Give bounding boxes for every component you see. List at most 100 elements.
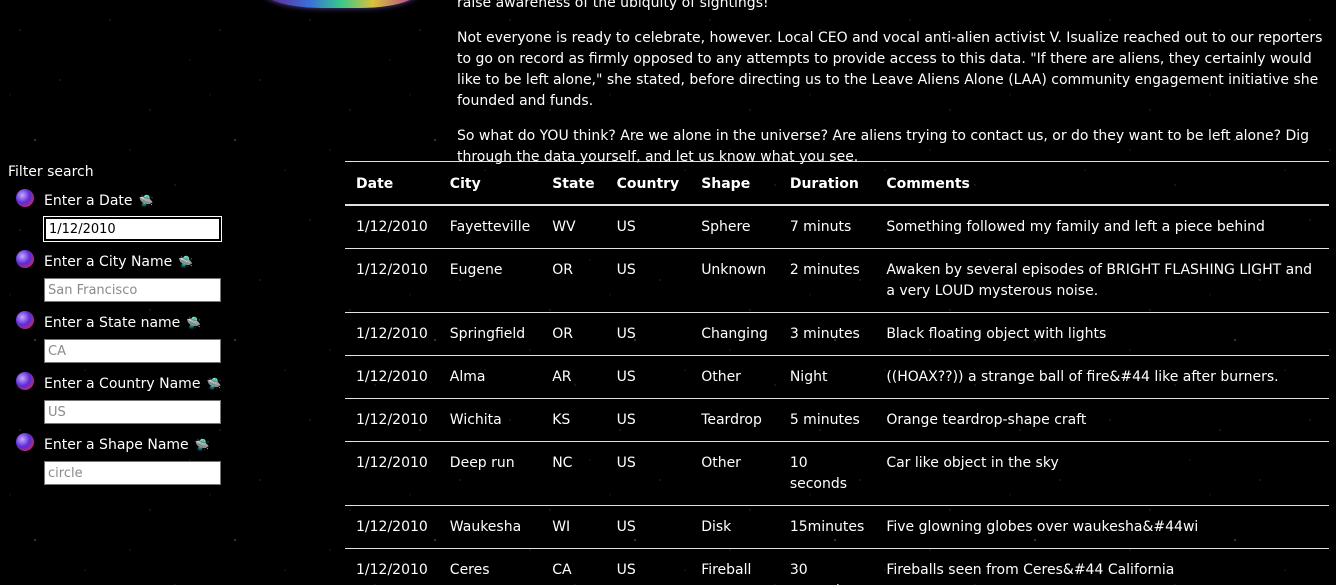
cell-country: US (605, 441, 691, 506)
table-row: 1/12/2010 Fayetteville WV US Sphere 7 minuts S… (345, 204, 1329, 249)
cell-shape: Teardrop (690, 398, 779, 442)
cell-date: 1/12/2010 (345, 548, 439, 585)
city-input[interactable] (44, 278, 221, 302)
cell-city: Springfield (438, 312, 542, 356)
cell-comments: Car like object in the sky (875, 441, 1329, 506)
cell-duration: Night (778, 355, 876, 399)
cell-shape: Changing (690, 312, 779, 356)
column-header-country: Country (605, 161, 691, 206)
cell-shape: Other (690, 441, 779, 506)
column-header-duration: Duration (778, 161, 876, 206)
cell-city: Deep run (438, 441, 542, 506)
cell-country: US (605, 548, 691, 585)
table-header-row: Date City State Country Shape Duration C… (345, 161, 1329, 206)
cell-date: 1/12/2010 (345, 204, 439, 249)
filter-item-date: Enter a Date 🛸 (8, 189, 328, 250)
filter-title: Filter search (8, 164, 94, 180)
filter-label-state: Enter a State name 🛸 (44, 315, 202, 331)
table-row: 1/12/2010CeresCAUSFireball30 secondsFire… (345, 548, 1329, 585)
cell-state: OR (541, 248, 606, 313)
planet-icon (16, 189, 34, 207)
filter-label-shape: Enter a Shape Name 🛸 (44, 437, 210, 453)
country-input[interactable] (44, 400, 221, 424)
cell-shape: Unknown (690, 248, 779, 313)
ufo-icon: 🛸 (206, 377, 222, 391)
intro-paragraph-1: raise awareness of the ubiquity of sight… (457, 0, 769, 11)
filter-label-country: Enter a Country Name 🛸 (44, 376, 222, 392)
cell-city: Wichita (438, 398, 542, 442)
ufo-icon: 🛸 (178, 255, 194, 269)
cell-state: WI (541, 505, 606, 549)
cell-city: Ceres (438, 548, 542, 585)
cell-comments: Black floating object with lights (875, 312, 1329, 356)
table-row: 1/12/2010 Springfield OR US Changing 3 minute… (345, 312, 1329, 356)
table-row: 1/12/2010 Eugene OR US Unknown 2 minutes Awake… (345, 248, 1329, 313)
intro-paragraph-2: Not everyone is ready to celebrate, howe… (457, 30, 1323, 109)
ufo-icon: 🛸 (138, 194, 154, 208)
column-header-city: City (438, 161, 542, 206)
cell-city: Eugene (438, 248, 542, 313)
cell-country: US (605, 248, 691, 313)
cell-city: Alma (438, 355, 542, 399)
cell-date: 1/12/2010 (345, 398, 439, 442)
filter-item-city: Enter a City Name 🛸 (8, 250, 328, 311)
ufo-icon: 🛸 (186, 316, 202, 330)
planet-icon (16, 311, 34, 329)
column-header-date: Date (345, 161, 439, 206)
planet-icon (16, 372, 34, 390)
cell-date: 1/12/2010 (345, 441, 439, 506)
filter-item-shape: Enter a Shape Name 🛸 (8, 433, 328, 494)
cell-comments: Something followed my family and left a … (875, 204, 1329, 249)
cell-comments: Orange teardrop-shape craft (875, 398, 1329, 442)
cell-shape: Sphere (690, 204, 779, 249)
cell-comments: Awaken by several episodes of BRIGHT FLA… (875, 248, 1329, 313)
table-row: 1/12/2010 Alma AR US Other Night ((HOAX??)) a … (345, 355, 1329, 399)
cell-date: 1/12/2010 (345, 248, 439, 313)
filter-panel: Filter search Enter a Date🛸 Enter a City… (8, 163, 328, 494)
cell-country: US (605, 398, 691, 442)
cell-state: WV (541, 204, 606, 249)
sightings-table: Date City State Country Shape Duration C… (345, 161, 1329, 585)
cell-duration: 7 minuts (778, 204, 876, 249)
cell-city: Fayetteville (438, 204, 542, 249)
cell-country: US (605, 355, 691, 399)
cell-date: 1/12/2010 (345, 355, 439, 399)
table-row: 1/12/2010 Waukesha WI US Disk 15minutes Five g… (345, 505, 1329, 549)
table-row: 1/12/2010 Deep run NC US Other 10 seconds Car … (345, 441, 1329, 506)
cell-date: 1/12/2010 (345, 505, 439, 549)
filter-label-date: Enter a Date 🛸 (44, 193, 154, 209)
ufo-logo-image (262, 0, 420, 8)
cell-city: Waukesha (438, 505, 542, 549)
column-header-shape: Shape (690, 161, 779, 206)
filter-item-country: Enter a Country Name 🛸 (8, 372, 328, 433)
filter-item-state: Enter a State name 🛸 (8, 311, 328, 372)
shape-input[interactable] (44, 461, 221, 485)
cell-shape: Other (690, 355, 779, 399)
cell-state: OR (541, 312, 606, 356)
cell-shape: Fireball (690, 548, 779, 585)
cell-shape: Disk (690, 505, 779, 549)
table-row: 1/12/2010 Wichita KS US Teardrop 5 minutes Ora… (345, 398, 1329, 442)
cell-date: 1/12/2010 (345, 312, 439, 356)
cell-country: US (605, 204, 691, 249)
cell-duration: 15minutes (778, 505, 876, 549)
cell-state: KS (541, 398, 606, 442)
cell-state: CA (541, 548, 606, 585)
cell-country: US (605, 505, 691, 549)
table-body: 1/12/2010 Fayetteville WV US Sphere 7 minuts S… (345, 204, 1329, 585)
intro-text: raise awareness of the ubiquity of sight… (457, 0, 1329, 182)
planet-icon (16, 433, 34, 451)
cell-country: US (605, 312, 691, 356)
page: raise awareness of the ubiquity of sight… (0, 0, 1336, 585)
filter-label-city: Enter a City Name 🛸 (44, 254, 194, 270)
cell-comments: ((HOAX??)) a strange ball of fire&#44 li… (875, 355, 1329, 399)
state-input[interactable] (44, 339, 221, 363)
column-header-state: State (541, 161, 606, 206)
cell-duration: 30 seconds (778, 548, 876, 585)
cell-duration: 2 minutes (778, 248, 876, 313)
planet-icon (16, 250, 34, 268)
cell-duration: 5 minutes (778, 398, 876, 442)
date-input[interactable] (43, 216, 222, 242)
cell-state: AR (541, 355, 606, 399)
cell-comments: Five glowning globes over waukesha&#44wi (875, 505, 1329, 549)
